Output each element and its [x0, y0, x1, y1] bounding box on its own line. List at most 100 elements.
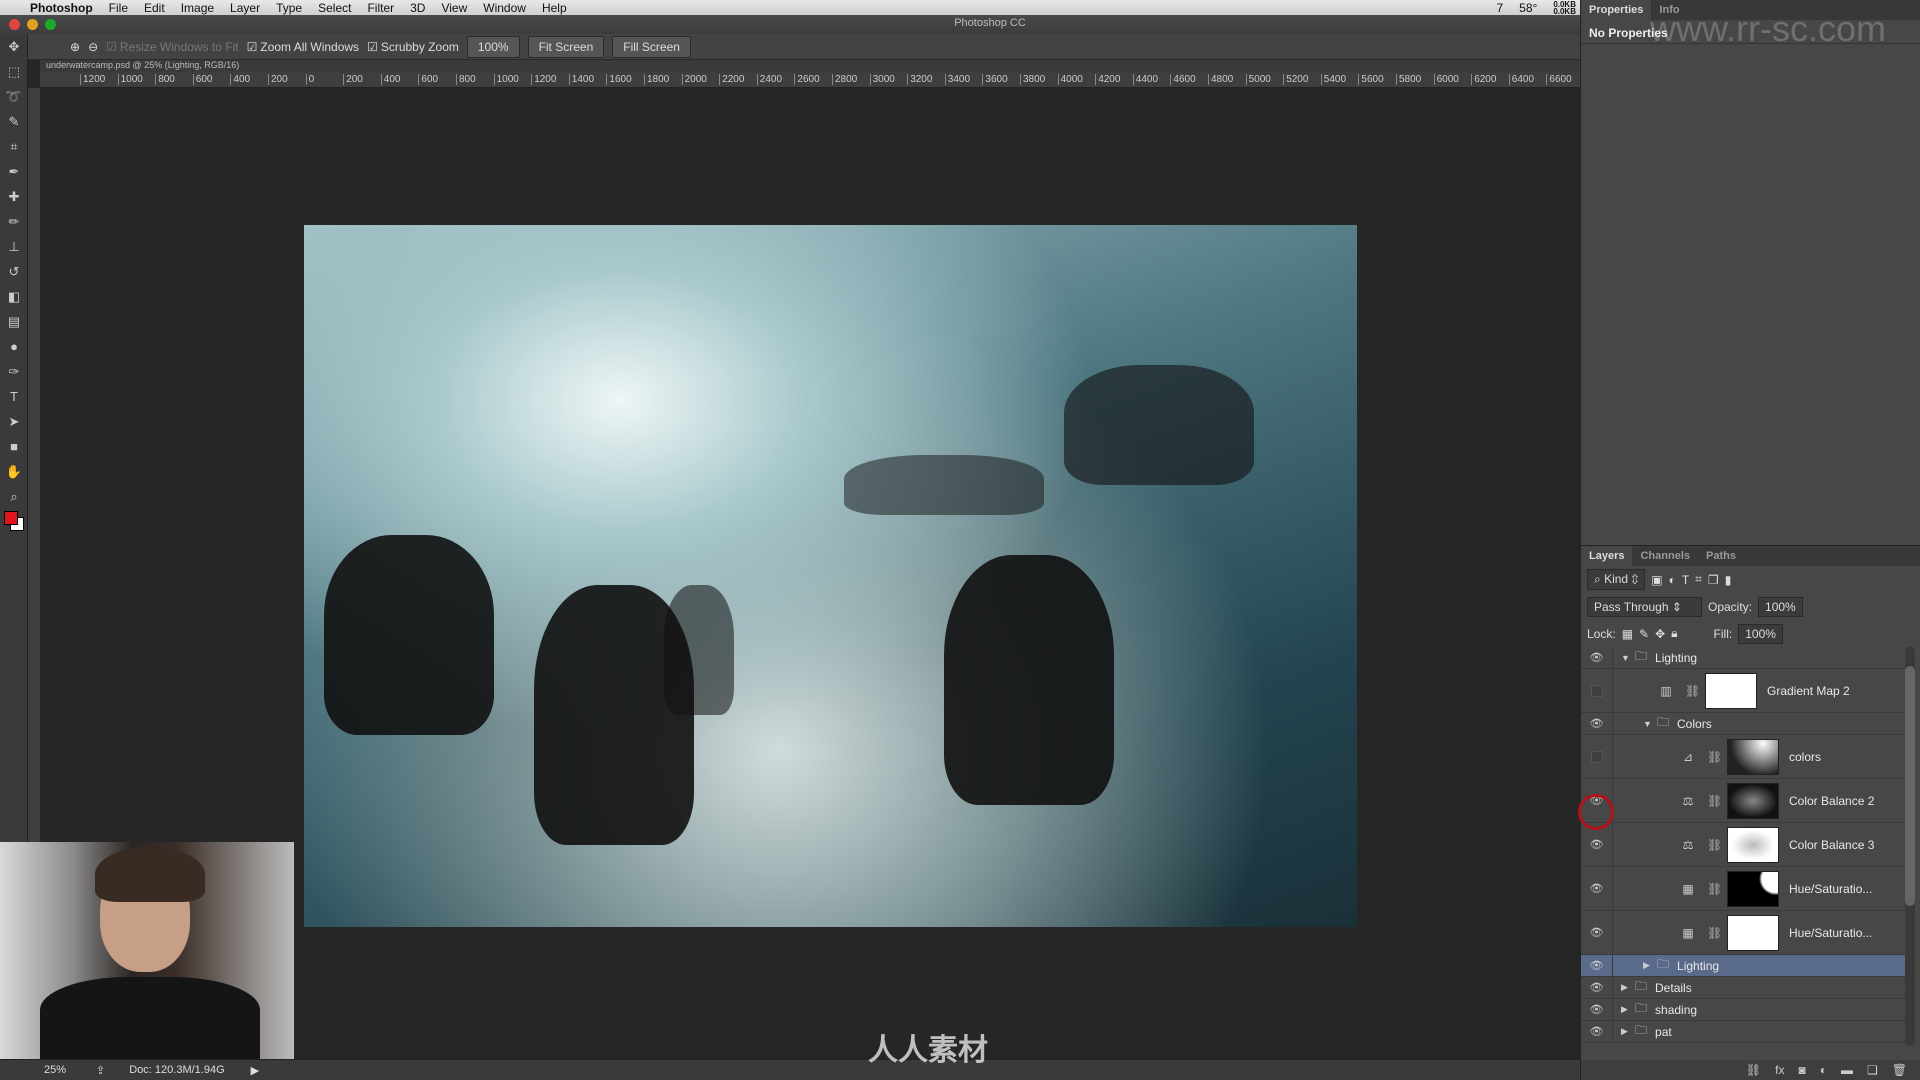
shape-icon[interactable]: ■: [0, 434, 28, 459]
canvas-image[interactable]: [304, 225, 1357, 927]
visibility-eye-icon[interactable]: 👁︎: [1581, 911, 1613, 954]
layer-row[interactable]: ⊿ ⛓ colors: [1581, 735, 1906, 779]
layer-row[interactable]: 👁︎ ▼ 🗀 Colors: [1581, 713, 1906, 735]
zoom-out-icon[interactable]: ⊖: [88, 40, 98, 54]
visibility-eye-icon[interactable]: 👁︎: [1581, 955, 1613, 976]
layer-mask-thumbnail[interactable]: [1727, 870, 1779, 907]
filter-kind-select[interactable]: ⌕ Kind ⇕: [1587, 569, 1646, 590]
tab-properties[interactable]: Properties: [1581, 0, 1652, 20]
opacity-input[interactable]: 100%: [1758, 596, 1803, 617]
menu-filter[interactable]: Filter: [367, 1, 394, 15]
lasso-icon[interactable]: ➰: [0, 84, 28, 109]
eyedropper-icon[interactable]: ✒: [0, 159, 28, 184]
blend-mode-select[interactable]: Pass Through ⇕: [1587, 596, 1702, 617]
layer-mask-thumbnail[interactable]: [1727, 738, 1779, 775]
filter-toggle[interactable]: ▮: [1725, 573, 1732, 587]
mask-link-icon[interactable]: ⛓: [1707, 926, 1722, 940]
menu-layer[interactable]: Layer: [230, 1, 260, 15]
layer-row[interactable]: 👁︎ ▼ 🗀 Lighting: [1581, 647, 1906, 669]
layer-row[interactable]: 👁︎ ▶ 🗀 Details: [1581, 977, 1906, 999]
new-adjustment-icon[interactable]: ◐: [1820, 1063, 1827, 1077]
mask-link-icon[interactable]: ⛓: [1707, 750, 1722, 764]
layer-row[interactable]: 👁︎ ⚖ ⛓ Color Balance 3: [1581, 823, 1906, 867]
mask-link-icon[interactable]: ⛓: [1707, 882, 1722, 896]
tab-paths[interactable]: Paths: [1698, 546, 1744, 566]
share-icon[interactable]: ⇪: [96, 1064, 105, 1077]
tab-layers[interactable]: Layers: [1581, 546, 1633, 566]
layer-row[interactable]: ▥ ⛓ Gradient Map 2: [1581, 669, 1906, 713]
mask-link-icon[interactable]: ⛓: [1707, 838, 1722, 852]
new-group-icon[interactable]: ▬: [1841, 1063, 1853, 1077]
visibility-eye-icon[interactable]: 👁︎: [1581, 1021, 1613, 1042]
expand-arrow-icon[interactable]: ▶: [1621, 982, 1635, 993]
lock-transparent-icon[interactable]: ▦: [1622, 627, 1633, 641]
menu-edit[interactable]: Edit: [144, 1, 165, 15]
layer-mask-thumbnail[interactable]: [1727, 826, 1779, 863]
menu-type[interactable]: Type: [276, 1, 302, 15]
eraser-icon[interactable]: ◧: [0, 284, 28, 309]
brush-icon[interactable]: ✏: [0, 209, 28, 234]
zoom-in-icon[interactable]: ⊕: [70, 40, 80, 54]
healing-icon[interactable]: ✚: [0, 184, 28, 209]
menu-view[interactable]: View: [441, 1, 467, 15]
fill-input[interactable]: 100%: [1738, 623, 1783, 644]
zoom-100-button[interactable]: 100%: [466, 35, 520, 58]
filter-type-icon[interactable]: T: [1682, 573, 1689, 587]
delete-layer-icon[interactable]: 🗑︎: [1892, 1063, 1907, 1077]
foreground-color-swatch[interactable]: [4, 511, 18, 525]
menu-help[interactable]: Help: [542, 1, 567, 15]
visibility-off-box[interactable]: [1581, 735, 1613, 778]
layer-row[interactable]: 👁︎ ▶ 🗀 pat: [1581, 1021, 1906, 1043]
link-layers-icon[interactable]: ⛓: [1746, 1063, 1761, 1077]
hand-icon[interactable]: ✋: [0, 459, 28, 484]
filter-shape-icon[interactable]: ⌗: [1695, 572, 1702, 587]
gradient-icon[interactable]: ▤: [0, 309, 28, 334]
lock-pixels-icon[interactable]: ✎: [1639, 627, 1649, 641]
filter-smart-object-icon[interactable]: ❐: [1708, 573, 1719, 587]
layer-row[interactable]: 👁︎ ▶ 🗀 Lighting: [1581, 955, 1906, 977]
fit-screen-button[interactable]: Fit Screen: [527, 35, 605, 58]
history-brush-icon[interactable]: ↺: [0, 259, 28, 284]
visibility-eye-icon[interactable]: 👁︎: [1581, 713, 1613, 734]
new-layer-icon[interactable]: ❏: [1867, 1063, 1878, 1077]
menu-window[interactable]: Window: [483, 1, 526, 15]
zoom-all-windows-checkbox[interactable]: ☑ Zoom All Windows: [247, 40, 359, 54]
layer-mask-thumbnail[interactable]: [1727, 914, 1779, 951]
zoom-level[interactable]: 25%: [44, 1064, 66, 1076]
mask-link-icon[interactable]: ⛓: [1685, 684, 1700, 698]
layers-scrollbar[interactable]: [1905, 646, 1915, 1046]
visibility-off-box[interactable]: [1581, 669, 1613, 712]
zoom-icon[interactable]: ⌕: [0, 484, 28, 509]
pen-icon[interactable]: ✑: [0, 359, 28, 384]
menu-image[interactable]: Image: [181, 1, 214, 15]
menu-3d[interactable]: 3D: [410, 1, 425, 15]
visibility-eye-icon[interactable]: 👁︎: [1581, 999, 1613, 1020]
lock-all-icon[interactable]: 🔒︎: [1671, 626, 1677, 641]
marquee-icon[interactable]: ⬚: [0, 59, 28, 84]
quick-select-icon[interactable]: ✎: [0, 109, 28, 134]
resize-windows-checkbox[interactable]: ☑ Resize Windows to Fit: [106, 40, 238, 54]
layer-mask-thumbnail[interactable]: [1727, 782, 1779, 819]
type-icon[interactable]: T: [0, 384, 28, 409]
add-mask-icon[interactable]: ◙: [1799, 1063, 1806, 1077]
tab-channels[interactable]: Channels: [1632, 546, 1698, 566]
document-tab[interactable]: underwatercamp.psd @ 25% (Lighting, RGB/…: [40, 60, 1580, 72]
lock-position-icon[interactable]: ✥: [1655, 627, 1665, 641]
expand-arrow-icon[interactable]: ▶: [1621, 1004, 1635, 1015]
fill-screen-button[interactable]: Fill Screen: [612, 35, 691, 58]
visibility-eye-icon[interactable]: 👁︎: [1581, 647, 1613, 668]
status-menu-arrow-icon[interactable]: ▶: [251, 1064, 259, 1077]
layer-row[interactable]: 👁︎ ▦ ⛓ Hue/Saturatio...: [1581, 911, 1906, 955]
visibility-eye-icon[interactable]: 👁︎: [1581, 867, 1613, 910]
filter-adjustment-icon[interactable]: ◐: [1669, 573, 1676, 587]
expand-arrow-icon[interactable]: ▶: [1643, 960, 1657, 971]
layer-row[interactable]: 👁︎ ▦ ⛓ Hue/Saturatio...: [1581, 867, 1906, 911]
visibility-eye-icon[interactable]: 👁︎: [1581, 977, 1613, 998]
dodge-icon[interactable]: ●: [0, 334, 28, 359]
scrubby-zoom-checkbox[interactable]: ☑ Scrubby Zoom: [367, 40, 459, 54]
crop-icon[interactable]: ⌗: [0, 134, 28, 159]
mask-link-icon[interactable]: ⛓: [1707, 794, 1722, 808]
layer-row[interactable]: 👁︎ ⚖ ⛓ Color Balance 2: [1581, 779, 1906, 823]
stamp-icon[interactable]: ⊥: [0, 234, 28, 259]
expand-arrow-icon[interactable]: ▶: [1621, 1026, 1635, 1037]
